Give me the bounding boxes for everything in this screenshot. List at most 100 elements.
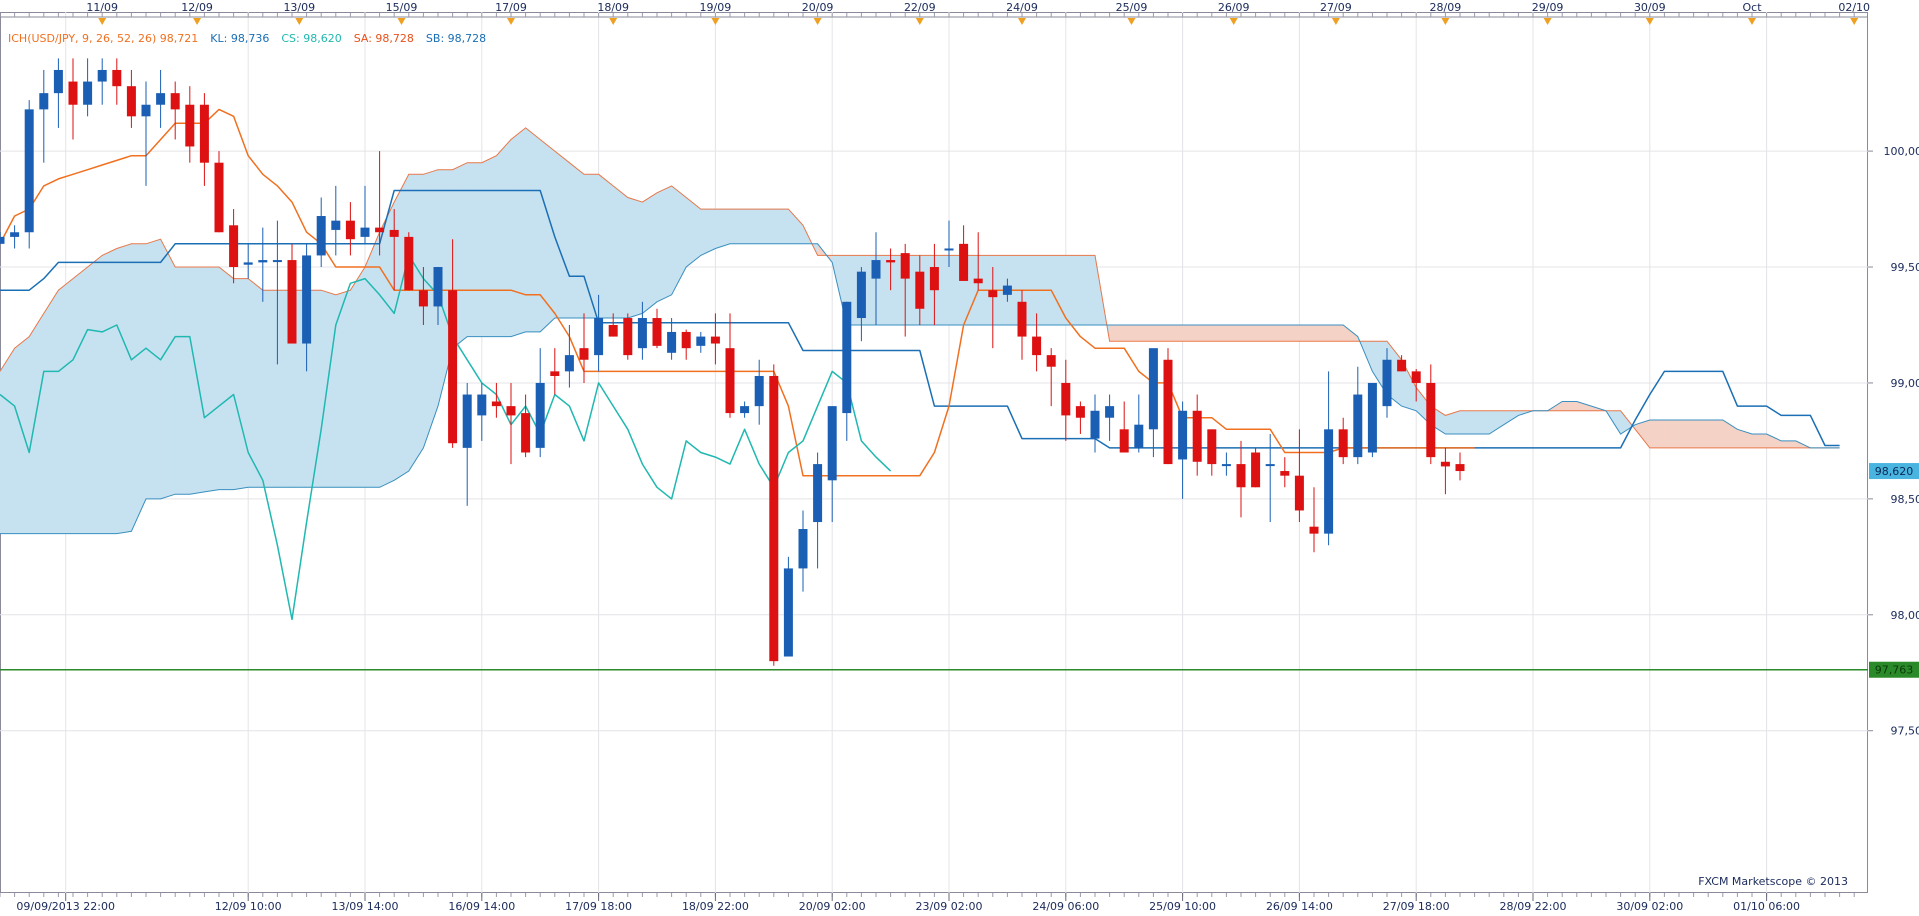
candle-body[interactable] [97,69,107,82]
candle-body[interactable] [740,406,750,414]
candle-body[interactable] [886,260,896,263]
candle-body[interactable] [404,236,414,291]
candle-body[interactable] [1090,410,1100,439]
candle-body[interactable] [1397,359,1407,372]
candle-body[interactable] [1367,382,1377,453]
candle-body[interactable] [112,69,122,87]
candle-body[interactable] [710,336,720,344]
candle-body[interactable] [170,93,180,110]
candle-body[interactable] [798,529,808,569]
candle-body[interactable] [316,216,326,256]
candle-body[interactable] [433,267,443,307]
candle-body[interactable] [462,394,472,448]
candle-body[interactable] [331,220,341,230]
candle-body[interactable] [1148,348,1158,430]
candle-body[interactable] [1075,406,1085,418]
candle-body[interactable] [1309,526,1319,534]
candle-body[interactable] [813,464,823,523]
candle-body[interactable] [0,236,5,244]
candle-body[interactable] [973,278,983,284]
candle-body[interactable] [652,318,662,346]
candle-body[interactable] [608,324,618,337]
candle-body[interactable] [535,382,545,448]
candle-body[interactable] [725,348,735,414]
candle-body[interactable] [506,406,516,416]
candle-body[interactable] [185,104,195,147]
candle-body[interactable] [988,290,998,298]
candlestick-chart[interactable]: 97,763 100,00 99,50 99,00 98,50 98,00 97,50 98… [0,0,1919,916]
candle-body[interactable] [491,401,501,407]
candle-body[interactable] [1134,424,1144,448]
candle-body[interactable] [696,336,706,346]
candle-body[interactable] [1192,410,1202,462]
candle-body[interactable] [345,220,355,240]
candle-body[interactable] [258,260,268,263]
candle-body[interactable] [53,69,63,94]
candle-body[interactable] [900,253,910,279]
candle-body[interactable] [448,290,458,444]
candle-body[interactable] [1178,410,1188,460]
candle-body[interactable] [1324,429,1334,534]
candle-body[interactable] [1221,464,1231,467]
candle-body[interactable] [360,227,370,237]
candle-body[interactable] [564,355,574,372]
candle-body[interactable] [389,229,399,237]
candle-body[interactable] [243,262,253,265]
candle-body[interactable] [1353,394,1363,458]
candle-body[interactable] [1002,285,1012,295]
candle-body[interactable] [550,371,560,376]
candle-body[interactable] [754,375,764,407]
candle-body[interactable] [68,81,78,105]
candle-body[interactable] [783,568,793,657]
candle-body[interactable] [1280,471,1290,476]
candle-body[interactable] [1251,452,1261,488]
candle-body[interactable] [214,162,224,233]
candle-body[interactable] [521,413,531,453]
candle-body[interactable] [477,394,487,416]
candle-body[interactable] [929,267,939,291]
candle-body[interactable] [375,227,385,233]
candle-body[interactable] [623,318,633,356]
candle-body[interactable] [827,406,837,481]
candle-body[interactable] [272,260,282,263]
candle-body[interactable] [1411,371,1421,383]
candle-body[interactable] [1032,336,1042,356]
candle-body[interactable] [594,318,604,356]
candle-body[interactable] [637,318,647,349]
candle-body[interactable] [1119,429,1129,453]
candle-body[interactable] [1105,406,1115,418]
candle-body[interactable] [856,271,866,319]
candle-body[interactable] [1338,429,1348,458]
candle-body[interactable] [871,260,881,279]
candle-body[interactable] [24,109,34,233]
candle-body[interactable] [418,290,428,307]
candle-body[interactable] [915,271,925,309]
candle-body[interactable] [229,225,239,268]
candle-body[interactable] [1294,475,1304,511]
candle-body[interactable] [1163,359,1173,465]
candle-body[interactable] [579,348,589,360]
candle-body[interactable] [1017,301,1027,337]
candle-body[interactable] [1236,464,1246,488]
candle-body[interactable] [1440,461,1450,467]
candle-body[interactable] [842,301,852,414]
candle-body[interactable] [1207,429,1217,465]
candle-body[interactable] [10,232,20,237]
candle-body[interactable] [667,331,677,353]
candle-body[interactable] [141,104,151,117]
candle-body[interactable] [199,104,209,163]
candle-body[interactable] [1426,382,1436,458]
candle-body[interactable] [126,86,136,117]
candle-body[interactable] [959,243,969,281]
candle-body[interactable] [156,93,166,105]
candle-body[interactable] [1455,464,1465,472]
candle-body[interactable] [769,375,779,662]
candle-body[interactable] [944,248,954,251]
candle-body[interactable] [1046,355,1056,367]
candle-body[interactable] [1382,359,1392,407]
candle-body[interactable] [39,93,49,110]
candle-body[interactable] [1265,464,1275,467]
candle-body[interactable] [302,255,312,344]
candle-body[interactable] [83,81,93,105]
candle-body[interactable] [1061,382,1071,416]
